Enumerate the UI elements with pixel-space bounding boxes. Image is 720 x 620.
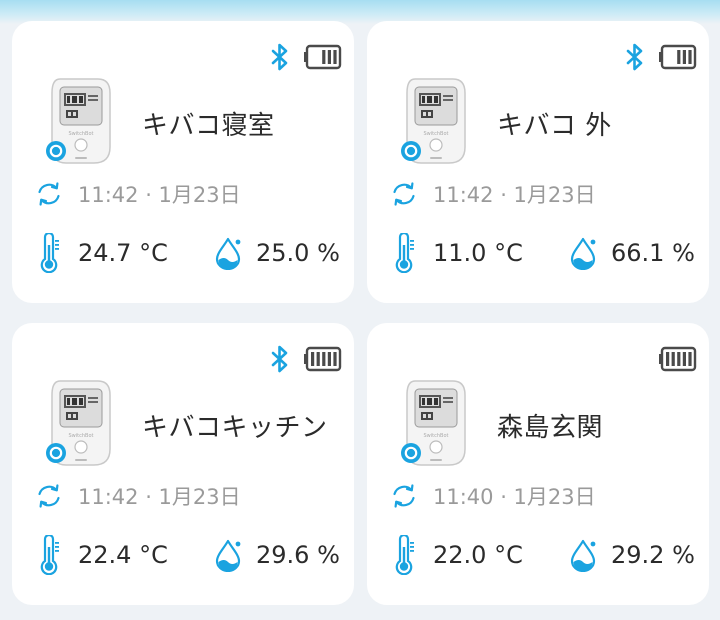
humidity-drop-icon — [215, 539, 241, 572]
sensor-card[interactable]: SwitchBot キバコ 外 11:42 · 1月23日 11.0 °C 66… — [367, 21, 709, 303]
device-name: 森島玄関 — [497, 413, 604, 443]
temperature-value: 11.0 °C — [433, 239, 523, 267]
last-update-row: 11:42 · 1月23日 — [34, 179, 241, 209]
svg-text:SwitchBot: SwitchBot — [424, 433, 449, 439]
last-update-time: 11:42 · 1月23日 — [433, 183, 596, 207]
last-update-row: 11:42 · 1月23日 — [389, 179, 596, 209]
humidity-row: 29.2 % — [569, 535, 695, 575]
sensor-device-image: SwitchBot — [46, 78, 111, 164]
sensor-device-image: SwitchBot — [401, 380, 466, 466]
battery-icon — [304, 44, 342, 70]
battery-icon — [659, 44, 697, 70]
sync-icon[interactable] — [34, 179, 64, 209]
humidity-drop-icon — [570, 237, 596, 270]
humidity-drop-icon — [570, 539, 596, 572]
svg-text:SwitchBot: SwitchBot — [69, 131, 94, 137]
temperature-row: 22.0 °C — [393, 535, 523, 575]
device-name: キバコキッチン — [142, 413, 328, 443]
humidity-value: 66.1 % — [611, 239, 695, 267]
battery-level-bar — [666, 352, 670, 366]
battery-level-bar — [682, 50, 686, 64]
battery-level-bar — [688, 50, 692, 64]
app-screen: { "colors": { "accent": "#1aa3e0", "text… — [0, 0, 720, 620]
humidity-value: 25.0 % — [256, 239, 340, 267]
temperature-value: 22.0 °C — [433, 541, 523, 569]
humidity-value: 29.6 % — [256, 541, 340, 569]
last-update-row: 11:42 · 1月23日 — [34, 481, 241, 511]
device-name: キバコ寝室 — [142, 111, 275, 141]
humidity-value: 29.2 % — [611, 541, 695, 569]
temperature-value: 22.4 °C — [78, 541, 168, 569]
sensor-device-image: SwitchBot — [401, 78, 466, 164]
last-update-time: 11:42 · 1月23日 — [78, 183, 241, 207]
battery-level-bar — [688, 352, 692, 366]
thermometer-icon — [40, 233, 59, 273]
humidity-row: 25.0 % — [214, 233, 340, 273]
temperature-row: 11.0 °C — [393, 233, 523, 273]
battery-level-bar — [682, 352, 686, 366]
svg-text:SwitchBot: SwitchBot — [424, 131, 449, 137]
battery-icon — [659, 346, 697, 372]
bluetooth-icon — [271, 43, 288, 71]
battery-icon — [304, 346, 342, 372]
temperature-row: 22.4 °C — [38, 535, 168, 575]
battery-level-bar — [671, 352, 675, 366]
battery-level-bar — [677, 50, 681, 64]
sync-icon[interactable] — [34, 481, 64, 511]
humidity-drop-icon — [215, 237, 241, 270]
last-update-time: 11:40 · 1月23日 — [433, 485, 596, 509]
svg-text:SwitchBot: SwitchBot — [69, 433, 94, 439]
temperature-row: 24.7 °C — [38, 233, 168, 273]
thermometer-icon — [40, 535, 59, 575]
last-update-row: 11:40 · 1月23日 — [389, 481, 596, 511]
sync-icon[interactable] — [389, 179, 419, 209]
battery-level-bar — [311, 352, 315, 366]
sensor-card[interactable]: SwitchBot キバコキッチン 11:42 · 1月23日 22.4 °C — [12, 323, 354, 605]
battery-level-bar — [327, 352, 331, 366]
device-name: キバコ 外 — [497, 111, 612, 141]
thermometer-icon — [395, 535, 414, 575]
battery-level-bar — [322, 50, 326, 64]
sensor-device-image: SwitchBot — [46, 380, 111, 466]
humidity-row: 29.6 % — [214, 535, 340, 575]
battery-level-bar — [677, 352, 681, 366]
bluetooth-icon — [626, 43, 643, 71]
bluetooth-icon — [271, 345, 288, 373]
battery-level-bar — [333, 50, 337, 64]
sync-icon[interactable] — [389, 481, 419, 511]
thermometer-icon — [395, 233, 414, 273]
sensor-card[interactable]: SwitchBot キバコ寝室 11:42 · 1月23日 24.7 °C 25… — [12, 21, 354, 303]
temperature-value: 24.7 °C — [78, 239, 168, 267]
battery-level-bar — [316, 352, 320, 366]
battery-level-bar — [322, 352, 326, 366]
last-update-time: 11:42 · 1月23日 — [78, 485, 241, 509]
sensor-card[interactable]: SwitchBot 森島玄関 11:40 · 1月23日 22.0 °C 29.… — [367, 323, 709, 605]
battery-level-bar — [327, 50, 331, 64]
battery-level-bar — [333, 352, 337, 366]
humidity-row: 66.1 % — [569, 233, 695, 273]
